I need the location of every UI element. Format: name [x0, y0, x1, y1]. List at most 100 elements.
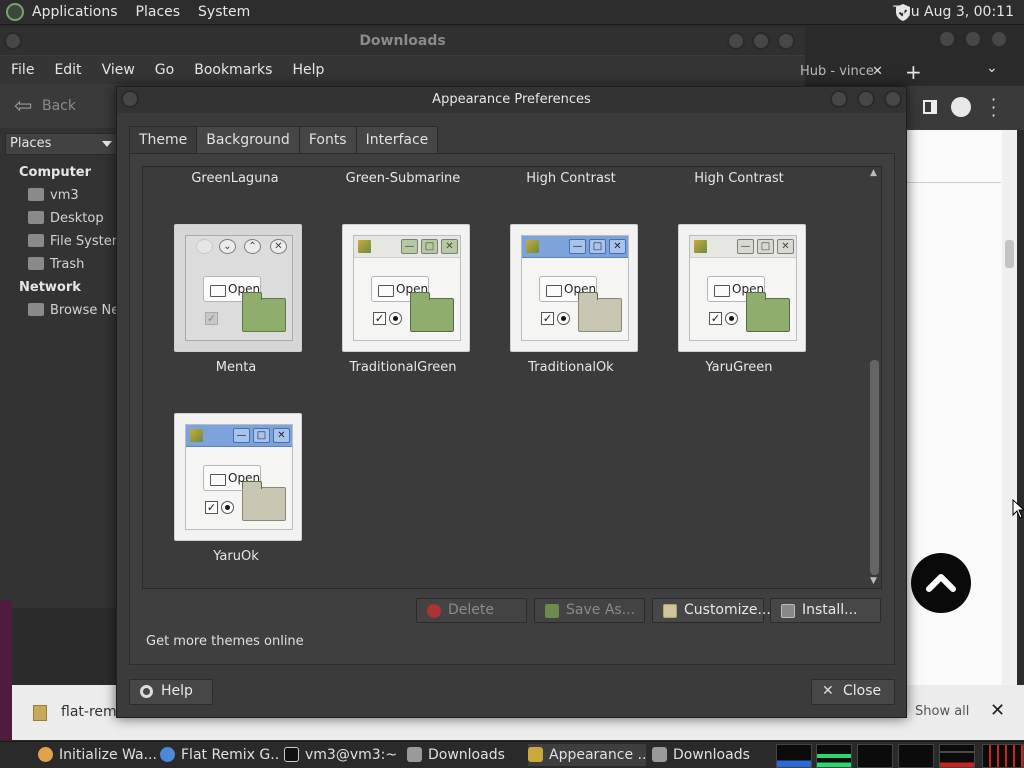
theme-name-traditionalgreen[interactable]: TraditionalGreen — [328, 360, 478, 375]
distro-logo-icon[interactable] — [6, 3, 24, 21]
theme-thumbnail-yaruok[interactable]: — □ ✕ Open ✓ — [174, 413, 302, 541]
places-combo[interactable]: Places — [5, 133, 117, 155]
close-download-bar-icon[interactable]: ✕ — [990, 700, 1005, 721]
customize-button[interactable]: Customize... — [652, 598, 771, 623]
menu-bookmarks[interactable]: Bookmarks — [194, 62, 272, 78]
taskbar-item[interactable]: Downloads — [652, 744, 770, 766]
show-all-button[interactable]: Show all — [915, 704, 969, 719]
preview-maximize-icon: □ — [421, 239, 438, 254]
theme-name-traditionalok[interactable]: TraditionalOk — [496, 360, 646, 375]
window-menu-icon[interactable] — [121, 90, 139, 108]
preview-folder-icon — [578, 292, 622, 332]
system-menu[interactable]: System — [198, 4, 250, 20]
menu-view[interactable]: View — [102, 62, 135, 78]
scroll-down-icon[interactable]: ▼ — [870, 576, 877, 586]
sidebar-item-desktop[interactable]: Desktop — [28, 211, 118, 226]
tab-background[interactable]: Background — [196, 126, 300, 154]
maximize-icon[interactable] — [857, 90, 875, 108]
network-monitor[interactable] — [857, 744, 893, 768]
preview-radio — [389, 312, 402, 325]
theme-label[interactable]: High Contrast — [496, 171, 646, 186]
close-icon[interactable] — [884, 90, 902, 108]
preview-folder-icon — [410, 292, 454, 332]
theme-label[interactable]: Green-Submarine — [328, 171, 478, 186]
delete-button[interactable]: Delete — [416, 598, 527, 623]
taskbar-item-label: Downloads — [673, 747, 750, 763]
theme-thumbnail-menta[interactable]: ⌄ ⌃ ✕ Open ✓ — [174, 224, 302, 352]
sidebar-item-browse-network[interactable]: Browse Network — [28, 303, 118, 318]
minimize-icon[interactable] — [830, 90, 848, 108]
theme-label[interactable]: GreenLaguna — [160, 171, 310, 186]
sidebar-item-filesystem[interactable]: File System — [28, 234, 118, 249]
theme-name-yarugreen[interactable]: YaruGreen — [664, 360, 814, 375]
avatar[interactable] — [951, 97, 971, 117]
kebab-menu-icon[interactable]: · · · — [991, 92, 996, 124]
taskbar-item[interactable]: Initialize Wa... — [38, 744, 156, 766]
browser-scrollbar[interactable] — [1002, 130, 1017, 685]
clock[interactable]: Thu Aug 3, 00:11 — [893, 4, 1014, 20]
minimize-icon[interactable] — [727, 32, 745, 50]
get-more-themes-link[interactable]: Get more themes online — [146, 634, 304, 649]
memory-monitor[interactable] — [816, 744, 852, 768]
close-tab-icon[interactable]: ✕ — [872, 58, 883, 86]
back-button[interactable]: ⇦ Back — [8, 91, 108, 121]
cpu-monitor[interactable] — [776, 744, 812, 768]
browser-scrollbar-thumb[interactable] — [1005, 240, 1014, 268]
preview-minimize-icon: — — [401, 239, 418, 254]
close-icon[interactable] — [777, 32, 795, 50]
theme-name-yaruok[interactable]: YaruOk — [161, 549, 311, 564]
new-tab-icon[interactable]: + — [905, 58, 922, 86]
disk-monitor[interactable] — [982, 744, 1024, 768]
taskbar-item[interactable]: vm3@vm3:~ — [284, 744, 402, 766]
preview-radio — [557, 312, 570, 325]
preview-checkbox: ✓ — [205, 312, 218, 325]
close-icon[interactable] — [990, 30, 1008, 48]
maximize-icon[interactable] — [752, 32, 770, 50]
taskbar-item-active[interactable]: Appearance ... — [528, 744, 646, 766]
tab-interface[interactable]: Interface — [355, 126, 439, 154]
close-button[interactable]: ✕ Close — [811, 679, 895, 705]
back-arrow-icon: ⇦ — [14, 94, 33, 119]
preview-chevron-down-icon: ⌄ — [219, 239, 236, 254]
swap-monitor[interactable] — [898, 744, 934, 768]
load-monitor[interactable] — [939, 744, 975, 768]
sidebar-toggle-icon[interactable] — [923, 100, 937, 114]
chevron-down-icon[interactable]: ⌄ — [986, 60, 998, 76]
chrome-icon — [160, 747, 175, 762]
preview-titlebar: — □ ✕ — [690, 236, 796, 258]
applications-menu[interactable]: Applications — [32, 4, 118, 20]
scroll-up-icon[interactable]: ▲ — [870, 168, 877, 178]
places-menu[interactable]: Places — [136, 4, 181, 20]
preview-checkbox: ✓ — [205, 501, 218, 514]
tab-fonts[interactable]: Fonts — [298, 126, 357, 154]
menu-go[interactable]: Go — [155, 62, 174, 78]
theme-label[interactable]: High Contrast — [664, 171, 814, 186]
theme-thumbnail-traditionalgreen[interactable]: — □ ✕ Open ✓ — [342, 224, 470, 352]
nautilus-menubar: File Edit View Go Bookmarks Help — [0, 56, 805, 84]
chevron-down-icon — [102, 141, 112, 147]
scrollbar-thumb[interactable] — [870, 360, 879, 575]
tab-theme[interactable]: Theme — [129, 126, 198, 154]
menu-file[interactable]: File — [11, 62, 34, 78]
scroll-to-top-button[interactable] — [911, 553, 971, 613]
save-as-button[interactable]: Save As... — [534, 598, 645, 623]
browser-tab[interactable]: Hub - vince ✕ — [800, 58, 890, 86]
menu-help[interactable]: Help — [292, 62, 324, 78]
taskbar-item-label: Downloads — [428, 747, 505, 763]
sidebar-item-vm3[interactable]: vm3 — [28, 188, 118, 203]
sidebar-item-trash[interactable]: Trash — [28, 257, 118, 272]
minimize-icon[interactable] — [938, 30, 956, 48]
maximize-icon[interactable] — [964, 30, 982, 48]
menu-edit[interactable]: Edit — [54, 62, 81, 78]
taskbar-item[interactable]: Flat Remix G... — [160, 744, 278, 766]
appearance-icon — [528, 747, 543, 762]
install-button[interactable]: Install... — [770, 598, 881, 623]
window-menu-icon[interactable] — [4, 32, 22, 50]
taskbar-item[interactable]: Downloads — [407, 744, 523, 766]
theme-name-menta[interactable]: Menta — [161, 360, 311, 375]
home-folder-icon — [28, 188, 44, 201]
customize-icon — [663, 604, 677, 618]
theme-thumbnail-traditionalok[interactable]: — □ ✕ Open ✓ — [510, 224, 638, 352]
theme-thumbnail-yarugreen[interactable]: — □ ✕ Open ✓ — [678, 224, 806, 352]
help-button[interactable]: Help — [129, 679, 213, 705]
